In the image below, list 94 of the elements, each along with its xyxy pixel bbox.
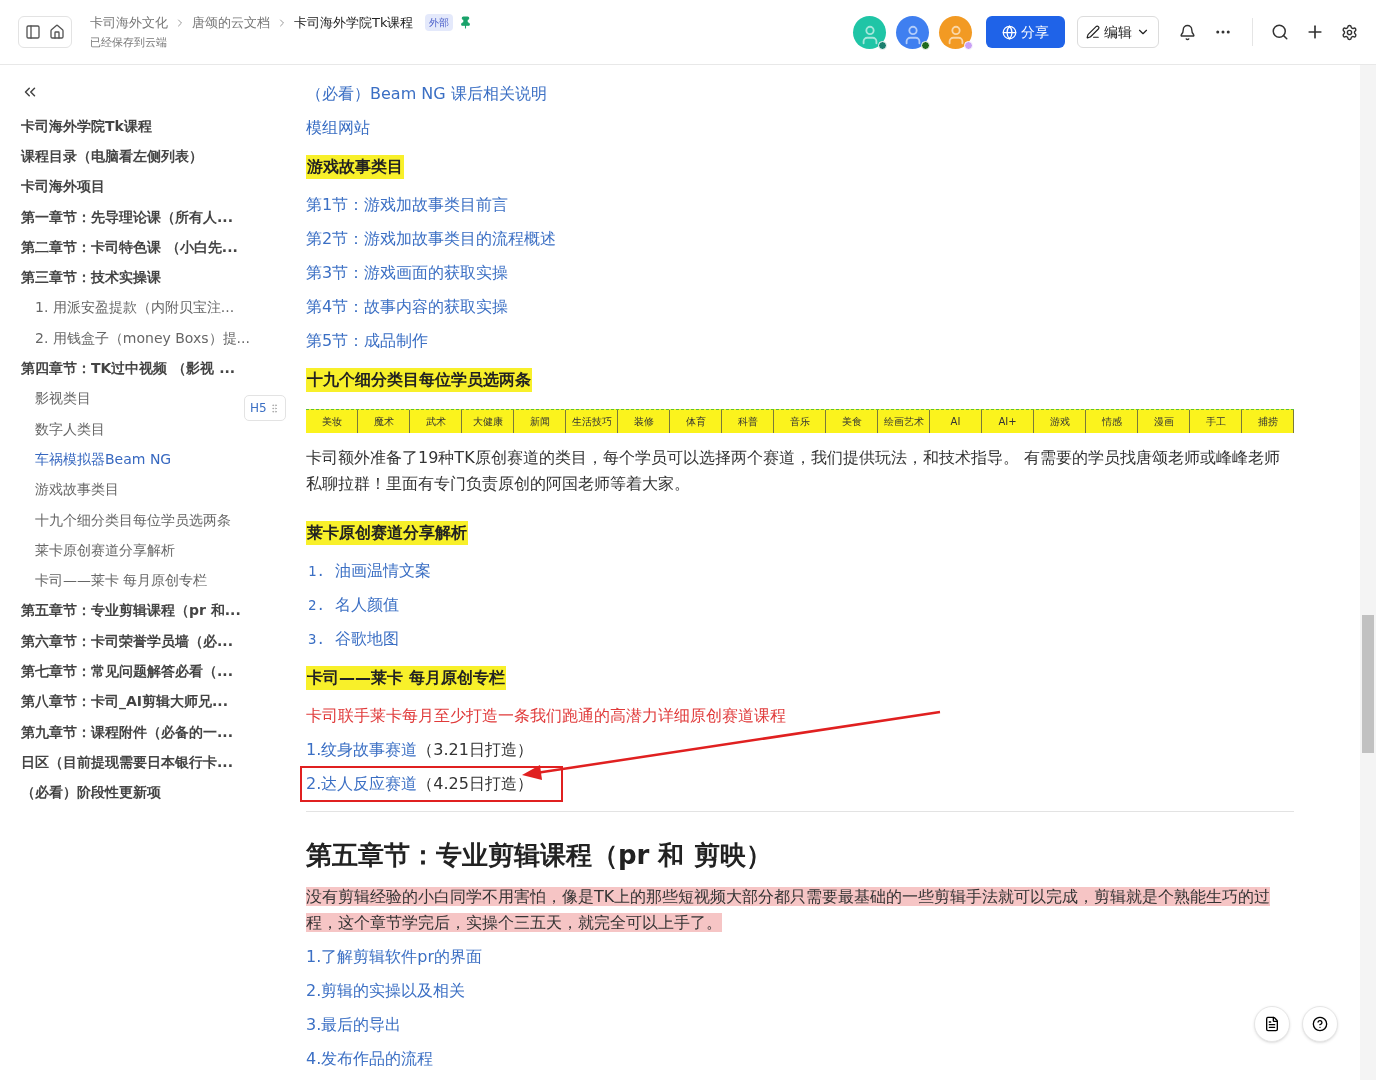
save-status: 已经保存到云端 xyxy=(90,34,168,51)
doc-link[interactable]: 第1节：游戏加故事类目前言 xyxy=(306,193,509,217)
sidebar-item[interactable]: 第四章节：TK过中视频 （影视 ... xyxy=(21,353,236,384)
category-cell: 美妆 xyxy=(306,410,358,433)
sidebar-item[interactable]: 卡司海外项目 xyxy=(21,171,105,202)
doc-link[interactable]: 1.纹身故事赛道 xyxy=(306,738,418,762)
list-number: 1. xyxy=(308,561,325,581)
breadcrumb-item[interactable]: 唐颂的云文档 xyxy=(192,13,270,33)
doc-link[interactable]: 第5节：成品制作 xyxy=(306,329,429,353)
sidebar-item[interactable]: 数字人类目 xyxy=(21,413,105,445)
sidebar-item[interactable]: 第八章节：卡司_AI剪辑大师兄... xyxy=(21,686,228,717)
section-heading: 莱卡原创赛道分享解析 xyxy=(306,520,468,545)
sidebar-item[interactable]: 莱卡原创赛道分享解析 xyxy=(21,535,175,566)
sidebar-item[interactable]: 第六章节：卡司荣誉学员墙（必... xyxy=(21,626,233,657)
sidebar-item[interactable]: 影视类目 xyxy=(21,383,91,414)
sidebar-item[interactable]: 2. 用钱盒子（money Boxs）提... xyxy=(21,323,250,354)
heading-level-handle[interactable]: H5 xyxy=(244,395,286,421)
note-text: 卡司联手莱卡每月至少打造一条我们跑通的高潜力详细原创赛道课程 xyxy=(306,705,786,727)
category-cell: 大健康 xyxy=(462,410,514,433)
doc-link[interactable]: 谷歌地图 xyxy=(334,627,399,651)
avatar[interactable] xyxy=(896,15,929,49)
category-cell: 绘画艺术 xyxy=(878,410,930,433)
category-cell: AI+ xyxy=(982,410,1034,433)
category-cell: 美食 xyxy=(826,410,878,433)
sidebar-item[interactable]: 日区（目前提现需要日本银行卡... xyxy=(21,747,233,778)
category-cell: 游戏 xyxy=(1034,410,1086,433)
date-note: （3.21日打造） xyxy=(417,739,533,761)
settings-icon[interactable] xyxy=(1341,23,1358,41)
notification-icon[interactable] xyxy=(1179,23,1196,41)
scrollbar[interactable] xyxy=(1360,65,1376,1080)
pin-icon[interactable] xyxy=(459,16,473,30)
category-cell: 漫画 xyxy=(1138,410,1190,433)
sidebar-item[interactable]: 车祸模拟器Beam NG xyxy=(21,444,172,475)
doc-link[interactable]: 油画温情文案 xyxy=(334,559,431,583)
sidebar-item[interactable]: 卡司海外学院Tk课程 xyxy=(21,111,152,142)
sidebar-item[interactable]: 第九章节：课程附件（必备的一... xyxy=(21,716,233,748)
category-cell: 魔术 xyxy=(358,410,410,433)
doc-link[interactable]: 4.发布作品的流程 xyxy=(306,1047,434,1071)
sidebar-item[interactable]: 1. 用派安盈提款（内附贝宝注... xyxy=(21,292,235,324)
sidebar-item[interactable]: 第二章节：卡司特色课 （小白先... xyxy=(21,232,238,263)
sidebar-item[interactable]: 卡司——莱卡 每月原创专栏 xyxy=(21,565,208,596)
doc-link[interactable]: 名人颜值 xyxy=(334,593,399,617)
breadcrumb-item[interactable]: 卡司海外文化 xyxy=(90,13,168,33)
category-cell: 情感 xyxy=(1086,410,1138,433)
category-cell: AI xyxy=(930,410,982,433)
pencil-icon xyxy=(1086,25,1100,39)
doc-link[interactable]: 2.剪辑的实操以及相关 xyxy=(306,979,466,1003)
section-heading: 卡司——莱卡 每月原创专栏 xyxy=(306,665,506,690)
sidebar-item[interactable]: 第七章节：常见问题解答必看（... xyxy=(21,656,233,687)
doc-link[interactable]: 第3节：游戏画面的获取实操 xyxy=(306,261,509,285)
category-cell: 新闻 xyxy=(514,410,566,433)
category-cell: 手工 xyxy=(1190,410,1242,433)
category-cell: 科普 xyxy=(722,410,774,433)
search-icon[interactable] xyxy=(1271,23,1289,41)
category-cell: 装修 xyxy=(618,410,670,433)
breadcrumb-item[interactable]: 卡司海外学院Tk课程 xyxy=(294,13,414,33)
sidebar-item[interactable]: 课程目录（电脑看左侧列表） xyxy=(21,141,203,172)
doc-link[interactable]: 2.达人反应赛道 xyxy=(306,772,418,796)
doc-link[interactable]: 模组网站 xyxy=(306,116,370,140)
edit-button[interactable]: 编辑 xyxy=(1077,16,1159,48)
share-button[interactable]: 分享 xyxy=(986,16,1065,48)
sidebar-item[interactable]: 第三章节：技术实操课 xyxy=(21,262,161,293)
avatar[interactable] xyxy=(853,15,886,49)
chapter-title: 第五章节：专业剪辑课程（pr 和 剪映） xyxy=(306,838,773,872)
sidebar-item[interactable]: 十九个细分类目每位学员选两条 xyxy=(21,504,231,536)
category-cell: 武术 xyxy=(410,410,462,433)
section-heading: 十九个细分类目每位学员选两条 xyxy=(306,367,532,392)
document-icon xyxy=(1264,1016,1280,1032)
paragraph-text: 卡司额外准备了19种TK原创赛道的类目，每个学员可以选择两个赛道，我们提供玩法，和技术指导。 有需要的学员找唐颂老师或峰峰老师私聊拉群！里面有专门负责原创的阿国老师等着大家。 xyxy=(306,447,1281,495)
home-icon[interactable] xyxy=(49,24,65,40)
sidebar-toggle-icon[interactable] xyxy=(25,24,41,40)
help-button[interactable] xyxy=(1302,1006,1338,1042)
external-tag: 外部 xyxy=(425,14,454,32)
sidebar-item[interactable]: 第一章节：先导理论课（所有人... xyxy=(21,201,233,233)
highlighted-paragraph: 没有剪辑经验的小白同学不用害怕，像是TK上的那些短视频大部分都只需要最基础的一些剪辑手法就可以完成，剪辑就是个熟能生巧的过程，这个章节学完后，实操个三五天，就完全可以上手了。 xyxy=(306,886,1272,934)
globe-icon xyxy=(1002,24,1017,40)
help-icon xyxy=(1312,1016,1328,1032)
section-heading: 游戏故事类目 xyxy=(306,154,404,179)
doc-link[interactable]: （必看）Beam NG 课后相关说明 xyxy=(306,82,547,106)
doc-link[interactable]: 1.了解剪辑软件pr的界面 xyxy=(306,945,482,969)
category-cell: 体育 xyxy=(670,410,722,433)
doc-button[interactable] xyxy=(1254,1006,1290,1042)
list-number: 2. xyxy=(308,595,325,615)
date-note: （4.25日打造） xyxy=(417,773,533,795)
sidebar-item[interactable]: 游戏故事类目 xyxy=(21,474,119,505)
doc-link[interactable]: 第2节：游戏加故事类目的流程概述 xyxy=(306,227,557,251)
sidebar-item[interactable]: （必看）阶段性更新项 xyxy=(21,777,161,808)
doc-link[interactable]: 3.最后的导出 xyxy=(306,1013,402,1037)
doc-link[interactable]: 第4节：故事内容的获取实操 xyxy=(306,295,509,319)
category-cell: 生活技巧 xyxy=(566,410,618,433)
sidebar-item[interactable]: 第五章节：专业剪辑课程（pr 和... xyxy=(21,595,241,627)
list-number: 3. xyxy=(308,629,325,649)
category-cell: 音乐 xyxy=(774,410,826,433)
category-cell: 捕捞 xyxy=(1242,410,1294,433)
